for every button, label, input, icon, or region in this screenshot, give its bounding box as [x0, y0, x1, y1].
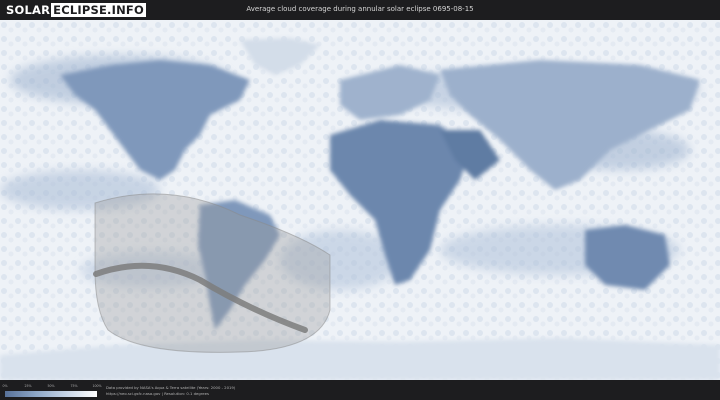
legend-tick: 50% [47, 384, 55, 388]
legend-tick: 100% [92, 384, 102, 388]
page-title: Average cloud coverage during annular so… [246, 5, 474, 13]
data-credit: Data provided by NASA's Aqua & Terra sat… [106, 385, 235, 397]
legend-tick: 25% [24, 384, 32, 388]
footer-bar: 0% 25% 50% 75% 100% Data provided by NAS… [0, 380, 720, 400]
legend-tick: 0% [2, 384, 8, 388]
credit-line-2[interactable]: https://neo.sci.gsfc.nasa.gov | Resoluti… [106, 391, 235, 397]
legend-gradient-bar [5, 391, 97, 397]
header-bar: SOLAR ECLIPSE.INFO Average cloud coverage… [0, 0, 720, 20]
cloud-coverage-map [0, 20, 720, 380]
cloud-coverage-legend: 0% 25% 50% 75% 100% [2, 384, 102, 397]
world-map-svg [0, 20, 720, 380]
legend-tick: 75% [70, 384, 78, 388]
legend-ticks: 0% 25% 50% 75% 100% [2, 384, 101, 389]
